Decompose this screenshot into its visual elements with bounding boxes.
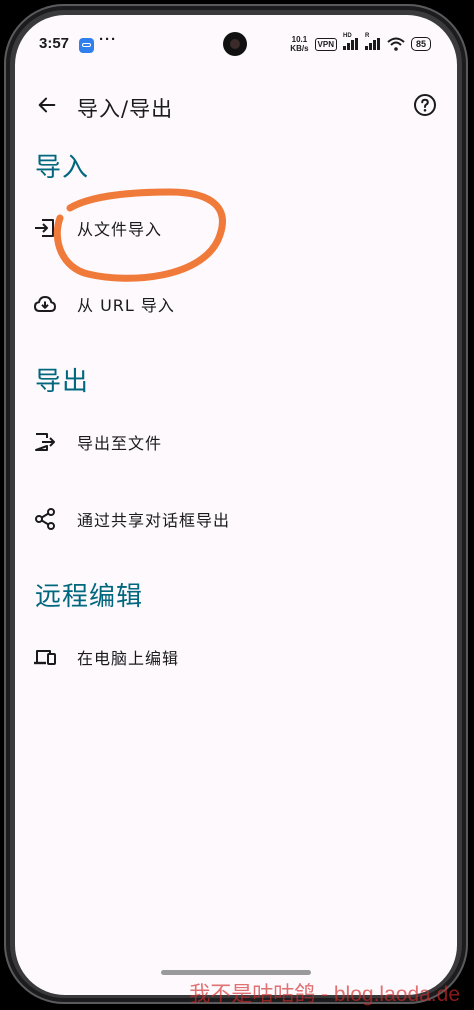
front-camera	[223, 32, 247, 56]
cloud-download-icon	[34, 296, 56, 312]
network-speed-value: 10.1	[291, 35, 308, 44]
import-from-file-label: 从文件导入	[77, 220, 163, 239]
file-export-icon	[35, 433, 55, 451]
signal-icon-2: R	[364, 33, 381, 50]
page-title: 导入/导出	[77, 97, 174, 121]
section-header-import: 导入	[35, 153, 90, 183]
file-import-icon	[35, 219, 54, 237]
export-via-share-item[interactable]: 通过共享对话框导出	[15, 489, 457, 549]
signal-roaming-tag: R	[364, 33, 370, 39]
home-indicator[interactable]	[161, 970, 311, 975]
battery-indicator: 85	[410, 37, 431, 51]
export-to-file-item[interactable]: 导出至文件	[15, 412, 457, 472]
wifi-icon	[387, 37, 405, 51]
section-header-remote-edit: 远程编辑	[35, 582, 144, 612]
top-app-bar: 导入/导出	[15, 77, 457, 141]
network-speed: 10.1 KB/s	[290, 35, 308, 53]
back-button[interactable]	[29, 87, 65, 123]
signal-hd-tag: HD	[342, 33, 352, 39]
arrow-back-icon	[38, 97, 56, 113]
watermark: 我不是咕咕鸽 - blog.laoda.de	[189, 983, 460, 1006]
export-to-file-label: 导出至文件	[77, 434, 163, 453]
status-icons: 10.1 KB/s VPN HD R 85	[290, 33, 431, 55]
help-circle-icon	[414, 94, 436, 116]
devices-icon	[34, 650, 56, 665]
edit-on-computer-label: 在电脑上编辑	[77, 649, 180, 668]
status-bar: 3:57 ··· 10.1 KB/s VPN HD R 85	[15, 15, 457, 71]
notification-app-icon	[79, 38, 94, 53]
app-screen: 3:57 ··· 10.1 KB/s VPN HD R 85 导入/导出 导入 …	[15, 15, 457, 995]
share-icon	[35, 508, 55, 530]
import-from-url-label: 从 URL 导入	[77, 296, 175, 315]
section-header-export: 导出	[35, 367, 90, 397]
status-time: 3:57	[39, 35, 70, 52]
export-via-share-label: 通过共享对话框导出	[77, 511, 231, 530]
network-speed-unit: KB/s	[290, 44, 309, 53]
import-from-file-item[interactable]: 从文件导入	[15, 198, 457, 258]
help-button[interactable]	[407, 87, 443, 123]
signal-icon-1: HD	[342, 33, 359, 50]
vpn-badge: VPN	[314, 37, 337, 51]
more-notifications-icon: ···	[99, 31, 117, 48]
edit-on-computer-item[interactable]: 在电脑上编辑	[15, 627, 457, 687]
import-from-url-item[interactable]: 从 URL 导入	[15, 274, 457, 334]
